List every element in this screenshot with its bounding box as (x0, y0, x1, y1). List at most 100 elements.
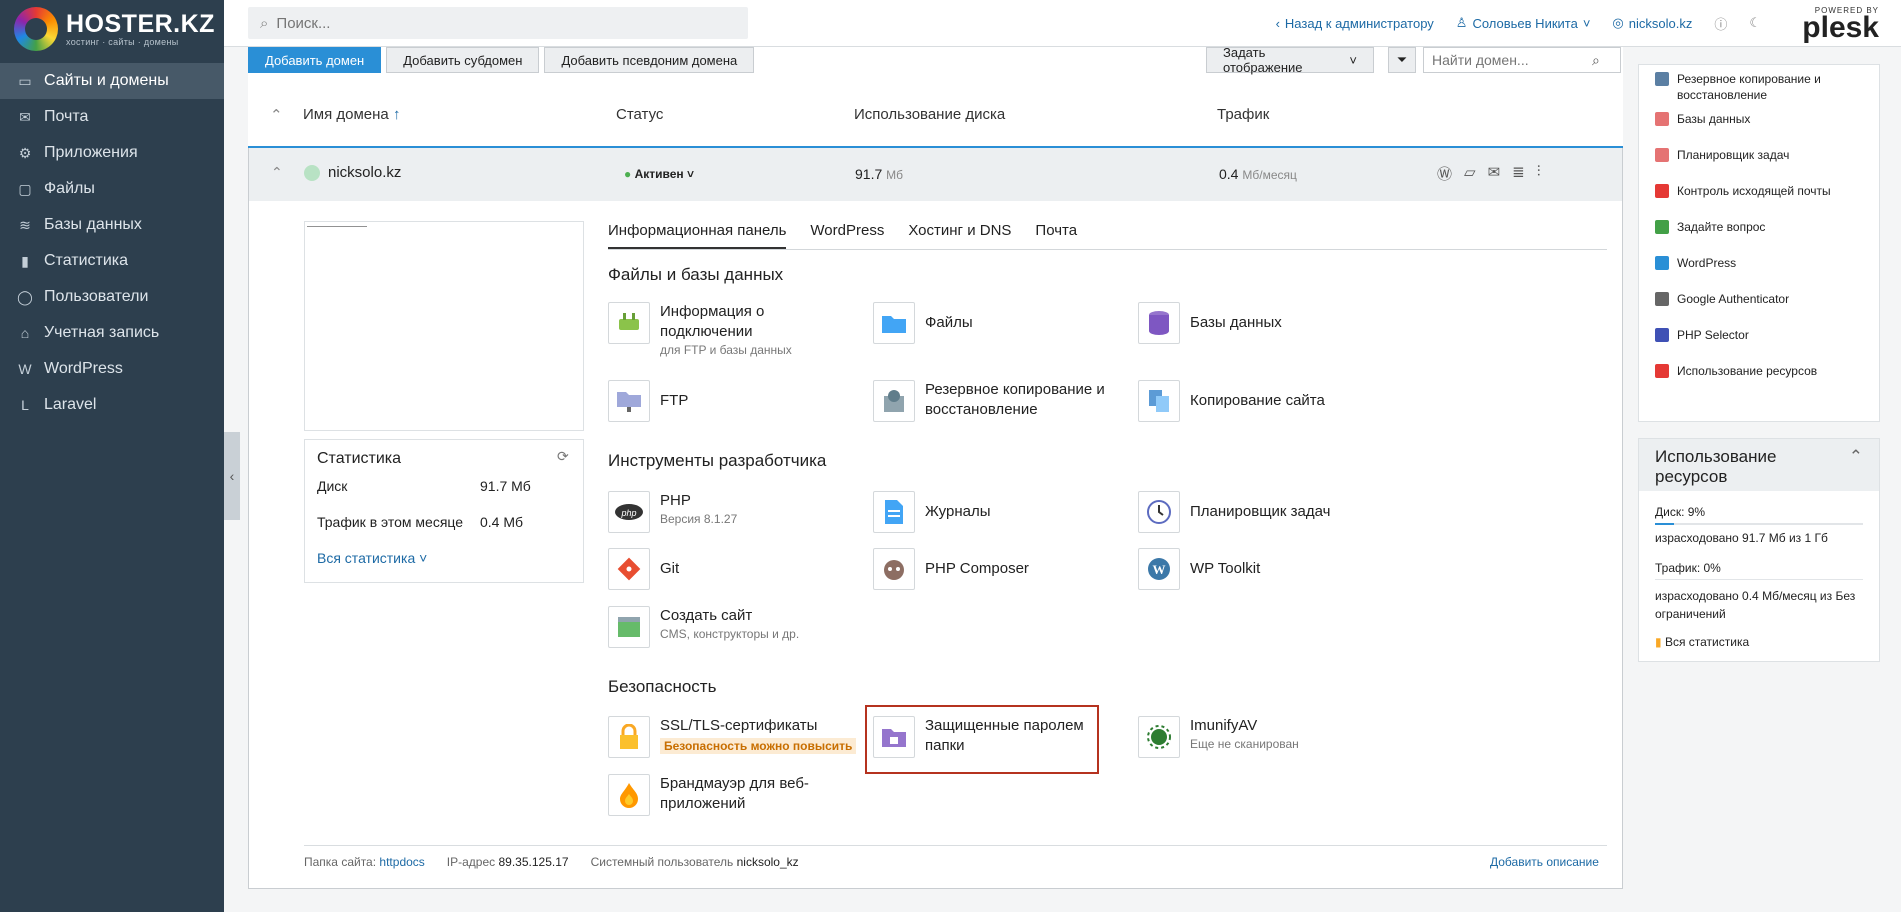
section-dev-title: Инструменты разработчика (608, 451, 827, 470)
back-to-admin-link[interactable]: ‹ Назад к администратору (1276, 16, 1434, 31)
search-input[interactable] (276, 14, 717, 32)
status-dropdown[interactable]: ● Активен ˅ (624, 167, 694, 181)
tool-create-site[interactable]: Создать сайт CMS, конструкторы и др. (608, 606, 799, 648)
column-traffic[interactable]: Трафик (1217, 106, 1269, 123)
sidebar-item-label: Статистика (44, 252, 129, 269)
sidebar-item-0[interactable]: ▭ Сайты и домены (0, 63, 224, 99)
plesk-wordmark: plesk (1802, 11, 1879, 44)
collapse-row-icon[interactable]: ⌃ (271, 164, 283, 181)
tab-3[interactable]: Почта (1035, 222, 1077, 249)
collapse-all-icon[interactable]: ⌃ (270, 106, 283, 124)
tool-files[interactable]: Файлы (873, 302, 973, 344)
sidebar-item-3[interactable]: ▢ Файлы (0, 171, 224, 207)
resource-usage-header[interactable]: Использование ресурсов ⌃ (1639, 439, 1879, 491)
quick-link-0[interactable]: Резервное копирование и восстановление (1639, 71, 1869, 103)
tab-0[interactable]: Информационная панель (608, 222, 787, 249)
tool-logs[interactable]: Журналы (873, 491, 991, 533)
sidebar-item-1[interactable]: ✉ Почта (0, 99, 224, 135)
sidebar-item-label: Laravel (44, 396, 97, 413)
site-folder-link[interactable]: httpdocs (379, 855, 424, 869)
tool-databases[interactable]: Базы данных (1138, 302, 1282, 344)
status-label: Активен (634, 167, 684, 181)
tool-ssl[interactable]: SSL/TLS-сертификаты Безопасность можно по… (608, 716, 858, 758)
folder-icon[interactable]: ▱ (1464, 163, 1476, 184)
quick-link-label: Контроль исходящей почты (1677, 184, 1831, 198)
collapse-icon[interactable]: ⌃ (1849, 447, 1863, 467)
tool-connection-info[interactable]: Информация о подключении для FTP и базы д… (608, 302, 858, 358)
sidebar-item-label: WordPress (44, 360, 123, 377)
quick-link-7[interactable]: PHP Selector (1639, 327, 1869, 343)
tool-ftp[interactable]: FTP (608, 380, 688, 422)
quick-link-6[interactable]: Google Authenticator (1639, 291, 1869, 307)
globe-icon: ◎ (1612, 15, 1624, 30)
add-domain-button[interactable]: Добавить домен (248, 47, 382, 73)
domain-name-link[interactable]: nicksolo.kz (328, 164, 401, 181)
filter-icon[interactable]: ⏷ (1388, 47, 1416, 73)
brand-logo[interactable]: HOSTER.KZ хостинг · сайты · домены (0, 0, 224, 57)
tool-composer[interactable]: PHP Composer (873, 548, 1029, 590)
tool-backup[interactable]: Резервное копирование и восстановление (873, 380, 1123, 422)
quick-link-2[interactable]: Планировщик задач (1639, 147, 1869, 163)
sidebar-item-5[interactable]: ▮ Статистика (0, 243, 224, 279)
sidebar-item-9[interactable]: L Laravel (0, 387, 224, 423)
settings-sliders-icon[interactable]: ⫶ (1537, 163, 1541, 184)
tool-wp-toolkit[interactable]: W WP Toolkit (1138, 548, 1260, 590)
tool-waf[interactable]: Брандмауэр для веб-приложений (608, 774, 838, 816)
add-alias-button[interactable]: Добавить псевдоним домена (544, 47, 755, 73)
theme-toggle-icon[interactable]: ☾ (1749, 15, 1761, 31)
database-icon[interactable]: ≣ (1512, 163, 1525, 184)
sidebar-item-8[interactable]: W WordPress (0, 351, 224, 387)
tool-scheduler[interactable]: Планировщик задач (1138, 491, 1330, 533)
column-domain-name[interactable]: Имя домена ↑ (303, 106, 400, 123)
global-search[interactable]: ⌕ (248, 7, 748, 39)
domain-search-input[interactable] (1432, 52, 1592, 68)
copy-site-icon (1138, 380, 1180, 422)
mail-icon[interactable]: ✉ (1488, 163, 1501, 184)
quick-link-4[interactable]: Задайте вопрос (1639, 219, 1869, 235)
tool-git[interactable]: Git (608, 548, 679, 590)
stats-traffic-value: 0.4 Мб (480, 514, 524, 530)
column-disk[interactable]: Использование диска (854, 106, 1005, 123)
domain-tabs: Информационная панель WordPress Хостинг и … (608, 222, 1607, 250)
wordpress-icon[interactable]: Ⓦ (1437, 163, 1452, 184)
refresh-icon[interactable]: ⟳ (557, 448, 569, 465)
add-description-link[interactable]: Добавить описание (1490, 855, 1599, 869)
tool-git-title: Git (660, 560, 680, 577)
column-status[interactable]: Статус (616, 106, 663, 123)
sidebar-item-4[interactable]: ≋ Базы данных (0, 207, 224, 243)
traffic-usage-unit: Мб/месяц (1242, 168, 1297, 182)
help-icon[interactable]: ⓘ (1714, 14, 1727, 33)
tool-imunify[interactable]: ImunifyAV Еще не сканирован (1138, 716, 1299, 758)
brand-name: HOSTER.KZ (66, 9, 215, 38)
folder-icon: ▢ (18, 180, 32, 197)
search-icon[interactable]: ⌕ (1592, 52, 1600, 69)
tool-php[interactable]: php PHP Версия 8.1.27 (608, 491, 737, 533)
tab-1[interactable]: WordPress (810, 222, 884, 249)
sidebar-item-6[interactable]: ◯ Пользователи (0, 279, 224, 315)
quick-link-icon (1655, 112, 1669, 126)
sidebar-item-7[interactable]: ⌂ Учетная запись (0, 315, 224, 351)
site-status-icon (304, 165, 320, 181)
view-mode-button[interactable]: Задать отображение ˅ (1206, 45, 1374, 75)
quick-link-8[interactable]: Использование ресурсов (1639, 363, 1869, 379)
virus-shield-icon (1138, 716, 1180, 758)
quick-link-1[interactable]: Базы данных (1639, 111, 1869, 127)
stats-title: Статистика (317, 450, 402, 467)
quick-link-5[interactable]: WordPress (1639, 255, 1869, 271)
resource-all-stats-link[interactable]: ▮ Вся статистика (1639, 635, 1879, 649)
domain-switcher[interactable]: ◎ nicksolo.kz (1612, 15, 1692, 31)
domain-row[interactable]: ⌃ nicksolo.kz ● Активен ˅ 91.7 Мб 0.4 Мб… (248, 148, 1623, 201)
disk-usage: 91.7 Мб (855, 166, 903, 182)
quick-link-3[interactable]: Контроль исходящей почты (1639, 183, 1869, 199)
user-menu[interactable]: ♙ Соловьев Никита ˅ (1456, 15, 1591, 31)
add-subdomain-button[interactable]: Добавить субдомен (386, 47, 540, 73)
all-stats-link[interactable]: Вся статистика ˅ (317, 550, 427, 566)
resource-usage-title: Использование ресурсов (1655, 447, 1777, 486)
site-preview[interactable]: ▬▬▬▬▬▬▬▬▬▬▬▬▬▬▬▬▬▬▬▬ (304, 221, 584, 431)
tool-copy-site[interactable]: Копирование сайта (1138, 380, 1325, 422)
domain-search[interactable]: ⌕ (1423, 47, 1621, 73)
tab-2[interactable]: Хостинг и DNS (908, 222, 1011, 249)
sidebar-item-2[interactable]: ⚙ Приложения (0, 135, 224, 171)
tool-files-title: Файлы (925, 314, 973, 331)
sidebar-collapse-button[interactable]: ‹ (224, 432, 240, 520)
